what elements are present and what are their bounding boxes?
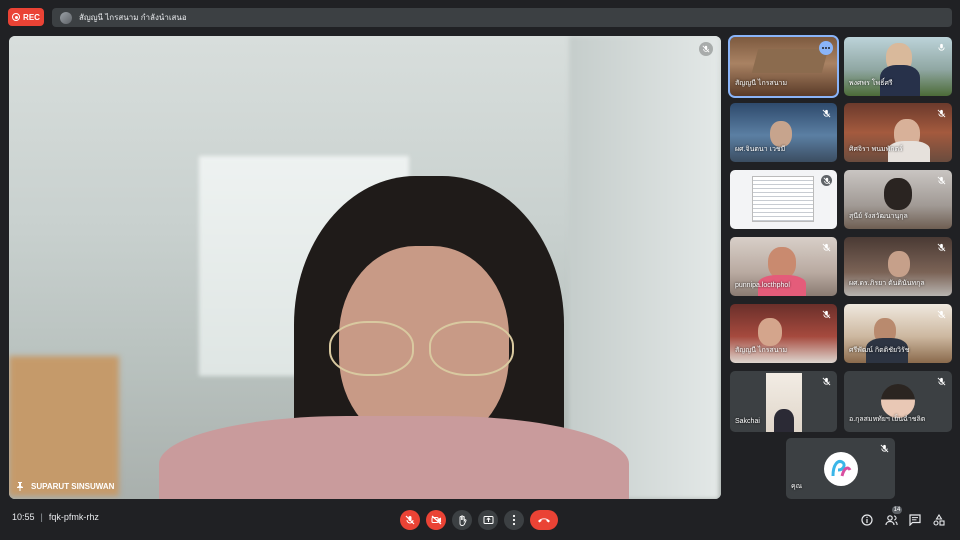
participant-tile[interactable]: อ.กุลสมหทัยฯ เย็นฉำชลิต: [844, 371, 952, 432]
mic-off-icon: [936, 376, 947, 387]
participant-tile[interactable]: สัญญนี ไกรสนาม: [728, 35, 839, 98]
self-tile[interactable]: คุณ: [786, 438, 895, 499]
mic-off-icon: [936, 309, 947, 320]
main-participant-name: SUPARUT SINSUWAN: [15, 481, 114, 491]
chat-icon: [909, 514, 921, 526]
pin-icon[interactable]: [15, 481, 25, 491]
leave-call-button[interactable]: [530, 510, 558, 530]
avatar: [881, 384, 915, 418]
recording-label: REC: [23, 12, 40, 22]
present-icon: [483, 516, 493, 524]
mic-off-icon: [405, 515, 415, 525]
participant-tile[interactable]: [730, 170, 837, 229]
participant-tile[interactable]: punnipa.locthphol: [730, 237, 837, 296]
hang-up-icon: [538, 518, 550, 523]
hand-icon: [459, 514, 467, 526]
camera-toggle-button[interactable]: [426, 510, 446, 530]
mic-off-icon: [821, 175, 832, 186]
mic-off-icon: [936, 108, 947, 119]
activities-icon: [933, 514, 945, 526]
more-options-icon[interactable]: [819, 41, 833, 55]
recording-indicator[interactable]: REC: [8, 8, 44, 26]
more-options-button[interactable]: [504, 510, 524, 530]
participants-button[interactable]: [883, 512, 899, 528]
presentation-text: สัญญนี ไกรสนาม กำลังนำเสนอ: [79, 13, 187, 22]
mic-off-icon: [936, 175, 947, 186]
participant-name: ศรีพัฒน์ กิตติชัยวิรัช: [849, 347, 910, 354]
participant-tile[interactable]: สัญญนี ไกรสนาม: [730, 304, 837, 363]
present-screen-button[interactable]: [478, 510, 498, 530]
people-icon: [884, 515, 898, 526]
mic-off-icon: [936, 242, 947, 253]
participant-name: อ.กุลสมหทัยฯ เย็นฉำชลิต: [849, 416, 926, 423]
participant-tile[interactable]: ผศ.จินตนา เวชมี: [730, 103, 837, 162]
mic-off-icon: [821, 309, 832, 320]
raise-hand-button[interactable]: [452, 510, 472, 530]
mic-off-icon: [821, 242, 832, 253]
main-video[interactable]: SUPARUT SINSUWAN: [9, 36, 721, 499]
camera-off-icon: [431, 515, 441, 525]
mic-off-icon: [821, 108, 832, 119]
avatar: [824, 452, 858, 486]
meeting-info: 10:55 | fqk-pfmk-rhz: [12, 512, 99, 522]
more-vert-icon: [512, 514, 516, 526]
meeting-code: fqk-pfmk-rhz: [48, 512, 99, 522]
participant-name: punnipa.locthphol: [735, 282, 790, 289]
participant-name: ผศ.ดร.ภิรยา ตันตินันทกุล: [849, 280, 925, 287]
record-icon: [12, 13, 21, 21]
participant-tile[interactable]: ศรีพัฒน์ กิตติชัยวิรัช: [844, 304, 952, 363]
participants-count-badge: 14: [892, 506, 902, 514]
presentation-banner[interactable]: สัญญนี ไกรสนาม กำลังนำเสนอ: [52, 8, 952, 27]
participant-tile[interactable]: ผศ.ดร.ภิรยา ตันตินันทกุล: [844, 237, 952, 296]
meeting-details-button[interactable]: [859, 512, 875, 528]
participant-name: สุนีย์ รังสวัฒนานุกุล: [849, 213, 908, 220]
participant-name: สัญญนี ไกรสนาม: [735, 80, 788, 87]
participant-name: ศิศจิรา พนมพักตร์: [849, 146, 903, 153]
participant-tile[interactable]: Sakchai: [730, 371, 837, 432]
participant-name: Sakchai: [735, 418, 760, 425]
video-person-body: [159, 416, 629, 499]
mic-icon: [936, 42, 947, 53]
activities-button[interactable]: [931, 512, 947, 528]
chat-button[interactable]: [907, 512, 923, 528]
participant-tile[interactable]: พงศพร โพธิ์ศรี: [844, 37, 952, 96]
mic-off-icon: [821, 376, 832, 387]
mic-toggle-button[interactable]: [400, 510, 420, 530]
participant-name: พงศพร โพธิ์ศรี: [849, 80, 893, 87]
participant-name: ผศ.จินตนา เวชมี: [735, 146, 786, 153]
mic-off-icon: [879, 443, 890, 454]
participant-name: สัญญนี ไกรสนาม: [735, 347, 788, 354]
participant-tile[interactable]: สุนีย์ รังสวัฒนานุกุล: [844, 170, 952, 229]
participant-tile[interactable]: ศิศจิรา พนมพักตร์: [844, 103, 952, 162]
info-icon: [861, 514, 873, 526]
clock: 10:55: [12, 512, 35, 522]
presenter-avatar: [60, 11, 72, 24]
participant-name: คุณ: [791, 483, 803, 490]
mic-off-icon: [699, 42, 713, 56]
